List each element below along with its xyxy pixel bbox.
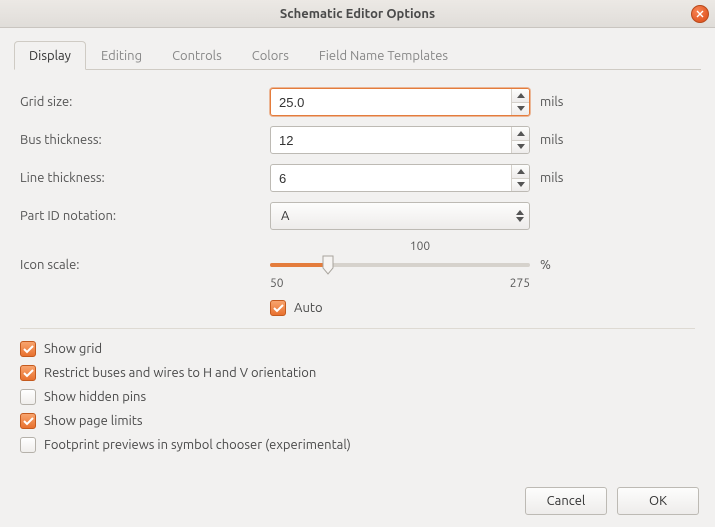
ok-button[interactable]: OK	[617, 487, 699, 515]
chevron-down-icon	[517, 106, 525, 111]
window-title: Schematic Editor Options	[280, 7, 435, 21]
bus-thickness-spinbox[interactable]	[270, 126, 530, 154]
cancel-button[interactable]: Cancel	[525, 487, 607, 515]
footprint-preview-label: Footprint previews in symbol chooser (ex…	[44, 438, 351, 452]
chevron-up-icon	[517, 131, 525, 136]
grid-size-up[interactable]	[512, 89, 529, 103]
icon-scale-slider[interactable]	[270, 255, 530, 275]
part-id-combobox[interactable]: A	[270, 202, 530, 230]
hidden-pins-label: Show hidden pins	[44, 390, 146, 404]
check-icon	[273, 303, 284, 314]
chevron-up-icon	[516, 210, 524, 215]
footprint-preview-checkbox[interactable]	[20, 437, 36, 453]
divider	[20, 328, 695, 329]
line-thickness-input[interactable]	[271, 165, 511, 191]
bus-thickness-input[interactable]	[271, 127, 511, 153]
hidden-pins-checkbox[interactable]	[20, 389, 36, 405]
tab-display[interactable]: Display	[14, 41, 86, 70]
icon-scale-label: Icon scale:	[20, 258, 270, 272]
close-button[interactable]	[691, 5, 709, 23]
slider-thumb-icon	[321, 254, 335, 276]
title-bar: Schematic Editor Options	[0, 0, 715, 28]
grid-size-spinbox[interactable]	[270, 88, 530, 116]
icon-scale-min: 50	[270, 277, 284, 290]
line-thickness-up[interactable]	[512, 165, 529, 179]
bus-thickness-label: Bus thickness:	[20, 133, 270, 147]
auto-label: Auto	[294, 301, 323, 315]
show-grid-label: Show grid	[44, 342, 102, 356]
dialog-buttons: Cancel OK	[0, 477, 715, 527]
bus-thickness-down[interactable]	[512, 141, 529, 154]
tab-controls[interactable]: Controls	[157, 41, 237, 70]
grid-size-input[interactable]	[271, 89, 511, 115]
tab-editing[interactable]: Editing	[86, 41, 157, 70]
part-id-value: A	[271, 203, 511, 229]
auto-checkbox[interactable]	[270, 300, 286, 316]
check-icon	[23, 416, 34, 427]
line-thickness-spinbox[interactable]	[270, 164, 530, 192]
icon-scale-value-label: 100	[270, 240, 530, 253]
part-id-label: Part ID notation:	[20, 209, 270, 223]
chevron-up-icon	[517, 169, 525, 174]
page-limits-checkbox[interactable]	[20, 413, 36, 429]
tab-colors[interactable]: Colors	[237, 41, 304, 70]
line-thickness-unit: mils	[530, 171, 590, 185]
close-icon	[696, 10, 704, 18]
part-id-dropdown-arrows	[511, 203, 529, 229]
slider-thumb[interactable]	[321, 254, 335, 276]
check-icon	[23, 344, 34, 355]
chevron-down-icon	[516, 217, 524, 222]
icon-scale-slider-block: 100 50 275	[270, 240, 530, 290]
line-thickness-down[interactable]	[512, 179, 529, 192]
grid-size-unit: mils	[530, 95, 590, 109]
tab-field-templates[interactable]: Field Name Templates	[304, 41, 463, 70]
tab-bar: Display Editing Controls Colors Field Na…	[14, 40, 701, 70]
icon-scale-max: 275	[510, 277, 530, 290]
icon-scale-unit: %	[530, 258, 590, 272]
page-limits-label: Show page limits	[44, 414, 143, 428]
bus-thickness-up[interactable]	[512, 127, 529, 141]
grid-size-down[interactable]	[512, 103, 529, 116]
tab-panel-display: Grid size: mils Bus thickness:	[14, 70, 701, 467]
chevron-up-icon	[517, 93, 525, 98]
grid-size-label: Grid size:	[20, 95, 270, 109]
line-thickness-label: Line thickness:	[20, 171, 270, 185]
chevron-down-icon	[517, 182, 525, 187]
restrict-checkbox[interactable]	[20, 365, 36, 381]
check-icon	[23, 368, 34, 379]
bus-thickness-unit: mils	[530, 133, 590, 147]
chevron-down-icon	[517, 144, 525, 149]
restrict-label: Restrict buses and wires to H and V orie…	[44, 366, 316, 380]
show-grid-checkbox[interactable]	[20, 341, 36, 357]
